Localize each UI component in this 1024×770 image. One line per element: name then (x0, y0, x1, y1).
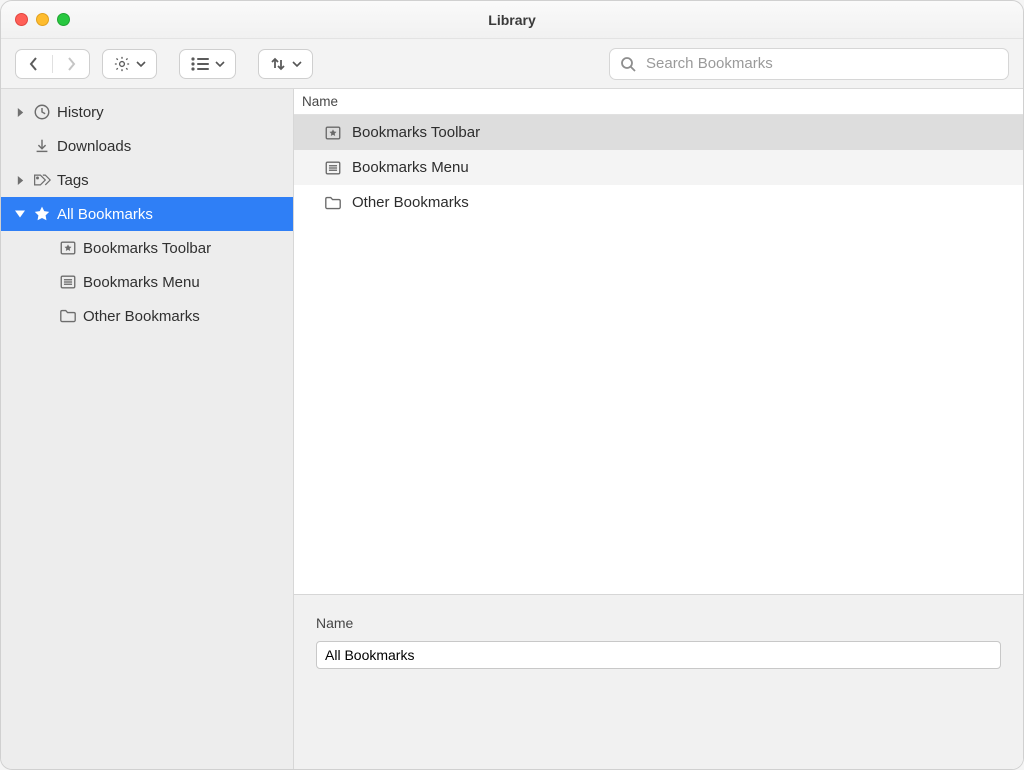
sidebar-item-label: Bookmarks Toolbar (83, 240, 211, 257)
nav-back-forward (15, 49, 90, 79)
column-header-label: Name (302, 94, 338, 109)
chevron-right-icon (16, 108, 25, 117)
list-view-icon (190, 56, 210, 72)
sidebar-item-label: Tags (57, 172, 89, 189)
views-button[interactable] (179, 49, 236, 79)
sidebar-item-bookmarks-toolbar[interactable]: Bookmarks Toolbar (1, 231, 293, 265)
toolbar (1, 39, 1023, 89)
column-header-name[interactable]: Name (294, 89, 1023, 115)
list-row-label: Bookmarks Toolbar (352, 124, 480, 141)
chevron-left-icon (28, 57, 40, 71)
chevron-down-icon (215, 59, 225, 69)
chevron-down-icon (136, 59, 146, 69)
tag-icon (33, 171, 51, 189)
disclosure-triangle[interactable] (13, 105, 27, 119)
chevron-right-icon (16, 176, 25, 185)
close-window-button[interactable] (15, 13, 28, 26)
sidebar-item-other-bookmarks[interactable]: Other Bookmarks (1, 299, 293, 333)
search-field[interactable] (609, 48, 1009, 80)
titlebar: Library (1, 1, 1023, 39)
disclosure-triangle[interactable] (13, 207, 27, 221)
menu-folder-icon (59, 273, 77, 291)
list-row-label: Other Bookmarks (352, 194, 469, 211)
list-row-bookmarks-toolbar[interactable]: Bookmarks Toolbar (294, 115, 1023, 150)
sidebar-item-label: Other Bookmarks (83, 308, 200, 325)
details-name-label: Name (316, 615, 1001, 631)
import-export-button[interactable] (258, 49, 313, 79)
search-icon (620, 56, 636, 72)
sidebar-item-history[interactable]: History (1, 95, 293, 129)
zoom-window-button[interactable] (57, 13, 70, 26)
folder-icon (59, 307, 77, 325)
window-controls (15, 13, 70, 26)
sidebar-item-bookmarks-menu[interactable]: Bookmarks Menu (1, 265, 293, 299)
window-title: Library (1, 12, 1023, 28)
menu-folder-icon (324, 159, 342, 177)
chevron-right-icon (65, 57, 77, 71)
search-input[interactable] (644, 54, 998, 73)
library-window: Library (0, 0, 1024, 770)
sidebar-item-label: Bookmarks Menu (83, 274, 200, 291)
bookmarks-list: Bookmarks Toolbar Bookmarks Menu Other B… (294, 115, 1023, 594)
disclosure-triangle[interactable] (13, 173, 27, 187)
download-icon (33, 137, 51, 155)
import-export-icon (269, 55, 287, 73)
chevron-down-icon (15, 210, 25, 218)
list-row-bookmarks-menu[interactable]: Bookmarks Menu (294, 150, 1023, 185)
list-row-other-bookmarks[interactable]: Other Bookmarks (294, 185, 1023, 220)
sidebar: History Downloads Tags (1, 89, 294, 769)
sidebar-item-label: All Bookmarks (57, 206, 153, 223)
details-pane: Name (294, 594, 1023, 769)
sidebar-item-tags[interactable]: Tags (1, 163, 293, 197)
sidebar-item-downloads[interactable]: Downloads (1, 129, 293, 163)
history-icon (33, 103, 51, 121)
chevron-down-icon (292, 59, 302, 69)
list-row-label: Bookmarks Menu (352, 159, 469, 176)
toolbar-folder-icon (324, 124, 342, 142)
minimize-window-button[interactable] (36, 13, 49, 26)
star-icon (33, 205, 51, 223)
folder-icon (324, 194, 342, 212)
toolbar-folder-icon (59, 239, 77, 257)
body-split: History Downloads Tags (1, 89, 1023, 769)
sidebar-item-label: Downloads (57, 138, 131, 155)
forward-button[interactable] (53, 50, 89, 78)
main-content: Name Bookmarks Toolbar Bookmarks Menu (294, 89, 1023, 769)
sidebar-item-all-bookmarks[interactable]: All Bookmarks (1, 197, 293, 231)
organize-button[interactable] (102, 49, 157, 79)
gear-icon (113, 55, 131, 73)
back-button[interactable] (16, 50, 52, 78)
sidebar-item-label: History (57, 104, 104, 121)
details-name-input[interactable] (316, 641, 1001, 669)
